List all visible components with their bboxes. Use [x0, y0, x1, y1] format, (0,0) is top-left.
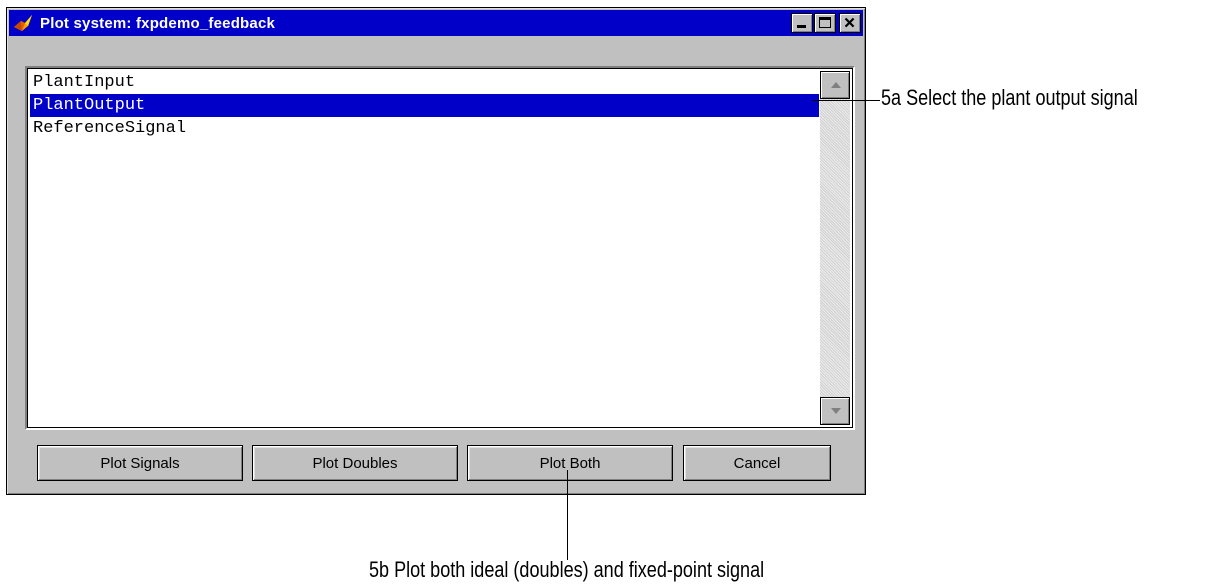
minimize-button[interactable]: [791, 13, 813, 33]
scroll-up-button[interactable]: [820, 71, 850, 99]
callout-5a-leader-line: [812, 100, 880, 101]
maximize-icon: [819, 17, 831, 28]
close-icon: [844, 17, 855, 28]
list-item-plant-output[interactable]: PlantOutput: [30, 94, 819, 117]
plot-signals-button[interactable]: Plot Signals: [37, 445, 243, 481]
cancel-button[interactable]: Cancel: [683, 445, 831, 481]
maximize-button[interactable]: [814, 13, 836, 33]
plot-doubles-button[interactable]: Plot Doubles: [252, 445, 458, 481]
scroll-down-arrow-icon: [831, 408, 841, 414]
plot-both-button[interactable]: Plot Both: [467, 445, 673, 481]
list-item-plant-input[interactable]: PlantInput: [30, 71, 819, 94]
list-item-reference-signal[interactable]: ReferenceSignal: [30, 117, 819, 140]
callout-5b-leader-line: [567, 470, 568, 560]
signal-listbox[interactable]: PlantInput PlantOutput ReferenceSignal: [25, 66, 855, 430]
callout-5b-text: 5b Plot both ideal (doubles) and fixed-p…: [369, 557, 765, 582]
callout-5a-text: 5a Select the plant output signal: [881, 85, 1138, 110]
scroll-up-arrow-icon: [831, 82, 841, 88]
plot-system-dialog: Plot system: fxpdemo_feedback PlantInput…: [6, 7, 866, 495]
scroll-down-button[interactable]: [820, 397, 850, 425]
close-button[interactable]: [839, 13, 861, 33]
vertical-scrollbar[interactable]: [820, 71, 850, 425]
minimize-icon: [797, 25, 806, 28]
title-bar[interactable]: Plot system: fxpdemo_feedback: [9, 10, 863, 36]
window-title: Plot system: fxpdemo_feedback: [40, 14, 276, 32]
matlab-app-icon: [12, 12, 34, 34]
